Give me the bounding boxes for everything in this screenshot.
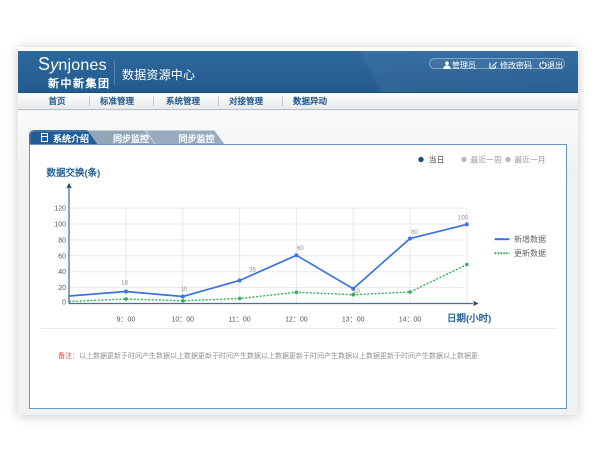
svg-text:80: 80 bbox=[58, 237, 66, 244]
svg-text:数据交换(条): 数据交换(条) bbox=[46, 167, 101, 179]
svg-text:18: 18 bbox=[121, 281, 128, 287]
svg-text:最近一月: 最近一月 bbox=[514, 155, 545, 165]
svg-text:当日: 当日 bbox=[429, 155, 445, 165]
svg-text:10: 10 bbox=[181, 287, 188, 293]
svg-text:12：00: 12：00 bbox=[285, 317, 308, 324]
svg-text:同步监控: 同步监控 bbox=[113, 133, 149, 144]
svg-text:11：00: 11：00 bbox=[229, 317, 251, 324]
svg-text:120: 120 bbox=[54, 206, 66, 213]
svg-text:新增数据: 新增数据 bbox=[514, 234, 546, 244]
svg-text:更新数据: 更新数据 bbox=[514, 248, 546, 258]
svg-text:9：00: 9：00 bbox=[117, 317, 136, 324]
svg-text:60: 60 bbox=[58, 253, 66, 260]
svg-text:13：00: 13：00 bbox=[342, 317, 365, 324]
svg-text:35: 35 bbox=[249, 268, 256, 274]
svg-text:40: 40 bbox=[58, 269, 66, 276]
svg-text:0: 0 bbox=[62, 300, 66, 307]
svg-text:20: 20 bbox=[58, 285, 66, 292]
svg-text:同步监控: 同步监控 bbox=[179, 133, 215, 144]
svg-text:10: 10 bbox=[353, 289, 360, 295]
svg-text:10：00: 10：00 bbox=[172, 317, 195, 324]
svg-text:100: 100 bbox=[54, 222, 66, 229]
svg-text:最近一周: 最近一周 bbox=[471, 155, 502, 165]
svg-text:100: 100 bbox=[458, 216, 469, 222]
svg-text:60: 60 bbox=[297, 246, 304, 252]
svg-text:日期(小时): 日期(小时) bbox=[447, 313, 491, 325]
svg-text:14：00: 14：00 bbox=[399, 317, 422, 324]
svg-text:系统介绍: 系统介绍 bbox=[53, 133, 89, 144]
svg-text:80: 80 bbox=[411, 230, 418, 236]
